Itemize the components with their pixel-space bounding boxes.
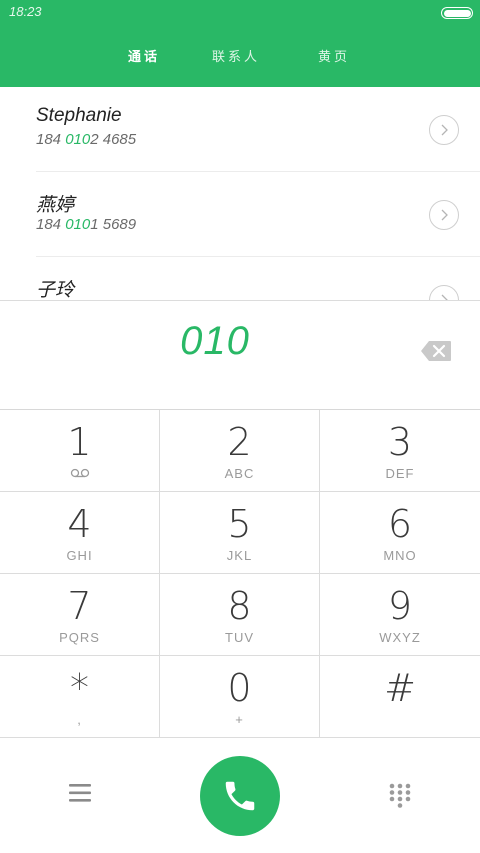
number-match-highlight: 010 [65,131,91,148]
bottom-action-bar [0,739,480,853]
call-button[interactable] [200,756,280,836]
contact-suggestions: Stephanie 184 0102 4685 燕婷 184 0101 5689… [0,87,480,301]
contact-row[interactable]: 子玲 [0,257,480,301]
tab-contacts[interactable]: 联系人 [212,46,260,65]
chevron-right-icon [441,124,448,136]
key-2[interactable]: 2 ABC [160,410,320,492]
key-3[interactable]: 3 DEF [320,410,480,492]
contact-detail-button[interactable] [429,200,459,230]
phone-icon [225,781,255,811]
key-9[interactable]: 9 WXYZ [320,574,480,656]
key-8[interactable]: 8 TUV [160,574,320,656]
battery-icon [441,7,473,19]
status-time: 18:23 [9,4,42,19]
key-6[interactable]: 6 MNO [320,492,480,574]
contact-detail-button[interactable] [429,285,459,301]
tab-bar: 通话 联系人 黄页 [0,46,480,66]
chevron-right-icon [441,209,448,221]
dial-keypad: 1 2 ABC 3 DEF 4 GHI 5 JKL 6 MNO 7 PQRS 8… [0,409,480,739]
contact-row[interactable]: Stephanie 184 0102 4685 [0,87,480,172]
key-star[interactable]: * , [0,656,160,738]
menu-icon[interactable] [66,781,94,805]
key-4[interactable]: 4 GHI [0,492,160,574]
voicemail-icon [70,468,90,478]
contact-number: 184 0101 5689 [36,216,137,233]
dial-display: 010 [0,300,480,410]
key-hash[interactable]: # [320,656,480,738]
contact-name: Stephanie [36,105,122,126]
backspace-icon[interactable] [420,340,452,362]
tab-calls[interactable]: 通话 [128,46,160,65]
key-7[interactable]: 7 PQRS [0,574,160,656]
contact-detail-button[interactable] [429,115,459,145]
contact-name: 子玲 [36,280,75,301]
dialed-number: 010 [180,319,250,363]
contact-row[interactable]: 燕婷 184 0101 5689 [0,172,480,257]
tab-yellow-pages[interactable]: 黄页 [318,46,350,65]
key-1[interactable]: 1 [0,410,160,492]
key-0[interactable]: 0 + [160,656,320,738]
app-header: 18:23 通话 联系人 黄页 [0,0,480,87]
key-5[interactable]: 5 JKL [160,492,320,574]
dialpad-icon[interactable] [387,782,413,810]
number-match-highlight: 010 [65,216,91,233]
contact-number: 184 0102 4685 [36,131,137,148]
contact-name: 燕婷 [36,195,75,216]
